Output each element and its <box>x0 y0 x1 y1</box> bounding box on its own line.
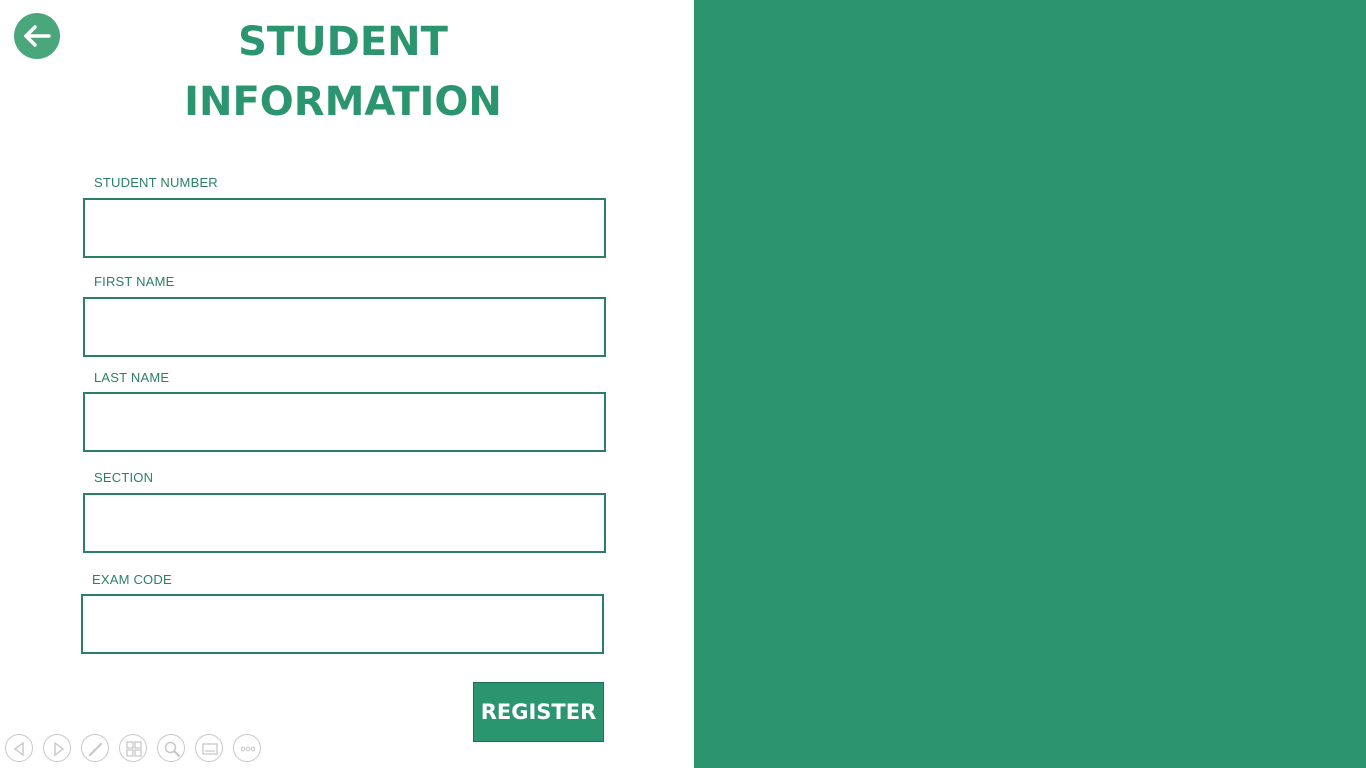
first-name-label: FIRST NAME <box>94 274 175 289</box>
exam-code-label: EXAM CODE <box>92 572 172 587</box>
slides-icon[interactable] <box>119 734 147 762</box>
page-title-line2: INFORMATION <box>184 79 502 125</box>
page-title-line1: STUDENT <box>238 19 448 65</box>
more-icon[interactable] <box>233 734 261 762</box>
student-number-label: STUDENT NUMBER <box>94 175 218 190</box>
page-title: STUDENT INFORMATION <box>143 12 543 132</box>
last-name-input[interactable] <box>83 392 606 452</box>
next-icon[interactable] <box>43 734 71 762</box>
section-label: SECTION <box>94 470 154 485</box>
section-input[interactable] <box>83 493 606 553</box>
subtitles-icon[interactable] <box>195 734 223 762</box>
arrow-left-icon <box>24 25 51 47</box>
green-panel <box>694 0 1366 768</box>
student-number-input[interactable] <box>83 198 606 258</box>
register-button[interactable]: REGISTER <box>473 682 604 742</box>
back-button[interactable] <box>14 13 60 59</box>
last-name-label: LAST NAME <box>94 370 170 385</box>
slide: STUDENT INFORMATION STUDENT NUMBER FIRST… <box>0 0 1366 768</box>
previous-icon[interactable] <box>5 734 33 762</box>
zoom-icon[interactable] <box>157 734 185 762</box>
exam-code-input[interactable] <box>81 594 604 654</box>
pen-icon[interactable] <box>81 734 109 762</box>
first-name-input[interactable] <box>83 297 606 357</box>
